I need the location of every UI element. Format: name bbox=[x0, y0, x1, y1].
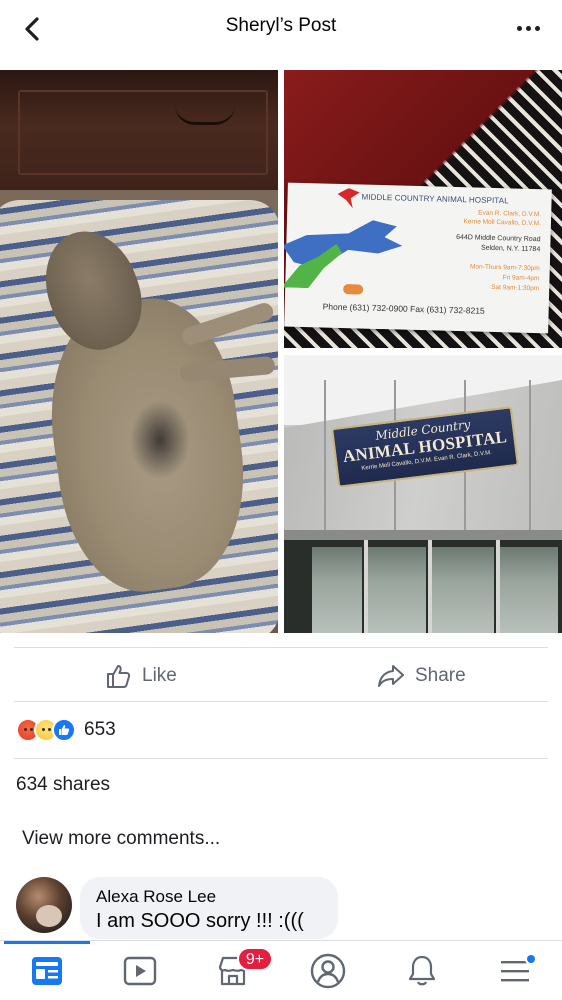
card-clinic-name: MIDDLE COUNTRY ANIMAL HOSPITAL bbox=[361, 192, 509, 206]
bird-logo bbox=[337, 188, 360, 209]
reactions-summary[interactable]: 653 bbox=[16, 716, 116, 744]
card-address-2: Selden, N.Y. 11784 bbox=[480, 244, 541, 254]
news-feed-icon bbox=[32, 957, 62, 985]
card-hours-1: Mon-Thurs 9am-7:30pm bbox=[469, 263, 540, 273]
like-label: Like bbox=[142, 665, 177, 686]
profile-icon bbox=[310, 953, 346, 989]
share-button[interactable]: Share bbox=[377, 660, 466, 692]
card-hours-2: Fri 9am-4pm bbox=[502, 274, 540, 283]
comment-text: I am SOOO sorry !!! :((( bbox=[96, 910, 304, 932]
pig-logo bbox=[343, 284, 364, 295]
card-address-1: 644D Middle Country Road bbox=[456, 233, 541, 244]
dresser bbox=[0, 70, 278, 210]
share-arrow-icon bbox=[378, 665, 404, 687]
top-bar: Sheryl’s Post bbox=[0, 0, 562, 58]
card-doctor-2: Kerrie Moll Cavallo, D.V.M. bbox=[463, 218, 542, 228]
tab-notifications[interactable] bbox=[392, 949, 452, 993]
shares-count[interactable]: 634 shares bbox=[16, 774, 110, 796]
tab-news-feed[interactable] bbox=[17, 949, 77, 993]
card-phone: Phone (631) 732-0900 Fax (631) 732-8215 bbox=[322, 301, 485, 316]
card-hours-3: Sat 9am-1:30pm bbox=[491, 283, 540, 293]
comment-author[interactable]: Alexa Rose Lee bbox=[96, 887, 216, 907]
view-more-comments-link[interactable]: View more comments... bbox=[22, 828, 220, 850]
watch-icon bbox=[123, 956, 157, 986]
reaction-count: 653 bbox=[84, 719, 116, 740]
divider bbox=[14, 647, 548, 648]
share-label: Share bbox=[415, 665, 466, 686]
divider bbox=[14, 701, 548, 702]
more-options-button[interactable] bbox=[508, 14, 548, 42]
business-card: MIDDLE COUNTRY ANIMAL HOSPITAL Evan R. C… bbox=[284, 182, 552, 334]
divider bbox=[14, 758, 548, 759]
comment-bubble[interactable]: Alexa Rose Lee I am SOOO sorry !!! :((( bbox=[80, 877, 338, 939]
more-dots-icon bbox=[516, 25, 522, 31]
like-button[interactable]: Like bbox=[104, 660, 177, 692]
business-card-photo[interactable]: MIDDLE COUNTRY ANIMAL HOSPITAL Evan R. C… bbox=[284, 70, 562, 348]
hospital-photo[interactable]: Middle Country ANIMAL HOSPITAL Kerrie Mo… bbox=[284, 355, 562, 633]
menu-notification-dot bbox=[525, 953, 537, 965]
avatar[interactable] bbox=[16, 877, 72, 933]
like-reaction-icon bbox=[52, 718, 76, 742]
tab-watch[interactable] bbox=[110, 949, 170, 993]
page-title: Sheryl’s Post bbox=[225, 15, 337, 36]
photo-collage: MIDDLE COUNTRY ANIMAL HOSPITAL Evan R. C… bbox=[0, 70, 562, 633]
tab-profile[interactable] bbox=[298, 949, 358, 993]
bottom-tab-bar: 9+ bbox=[0, 940, 562, 1000]
thumbs-up-icon bbox=[107, 665, 131, 688]
dog-photo[interactable] bbox=[0, 70, 278, 633]
card-doctor-1: Evan R. Clark, D.V.M. bbox=[478, 209, 542, 219]
marketplace-badge: 9+ bbox=[237, 947, 273, 971]
active-tab-indicator bbox=[4, 941, 90, 944]
dog-logo bbox=[284, 212, 403, 270]
bell-icon bbox=[408, 955, 436, 986]
